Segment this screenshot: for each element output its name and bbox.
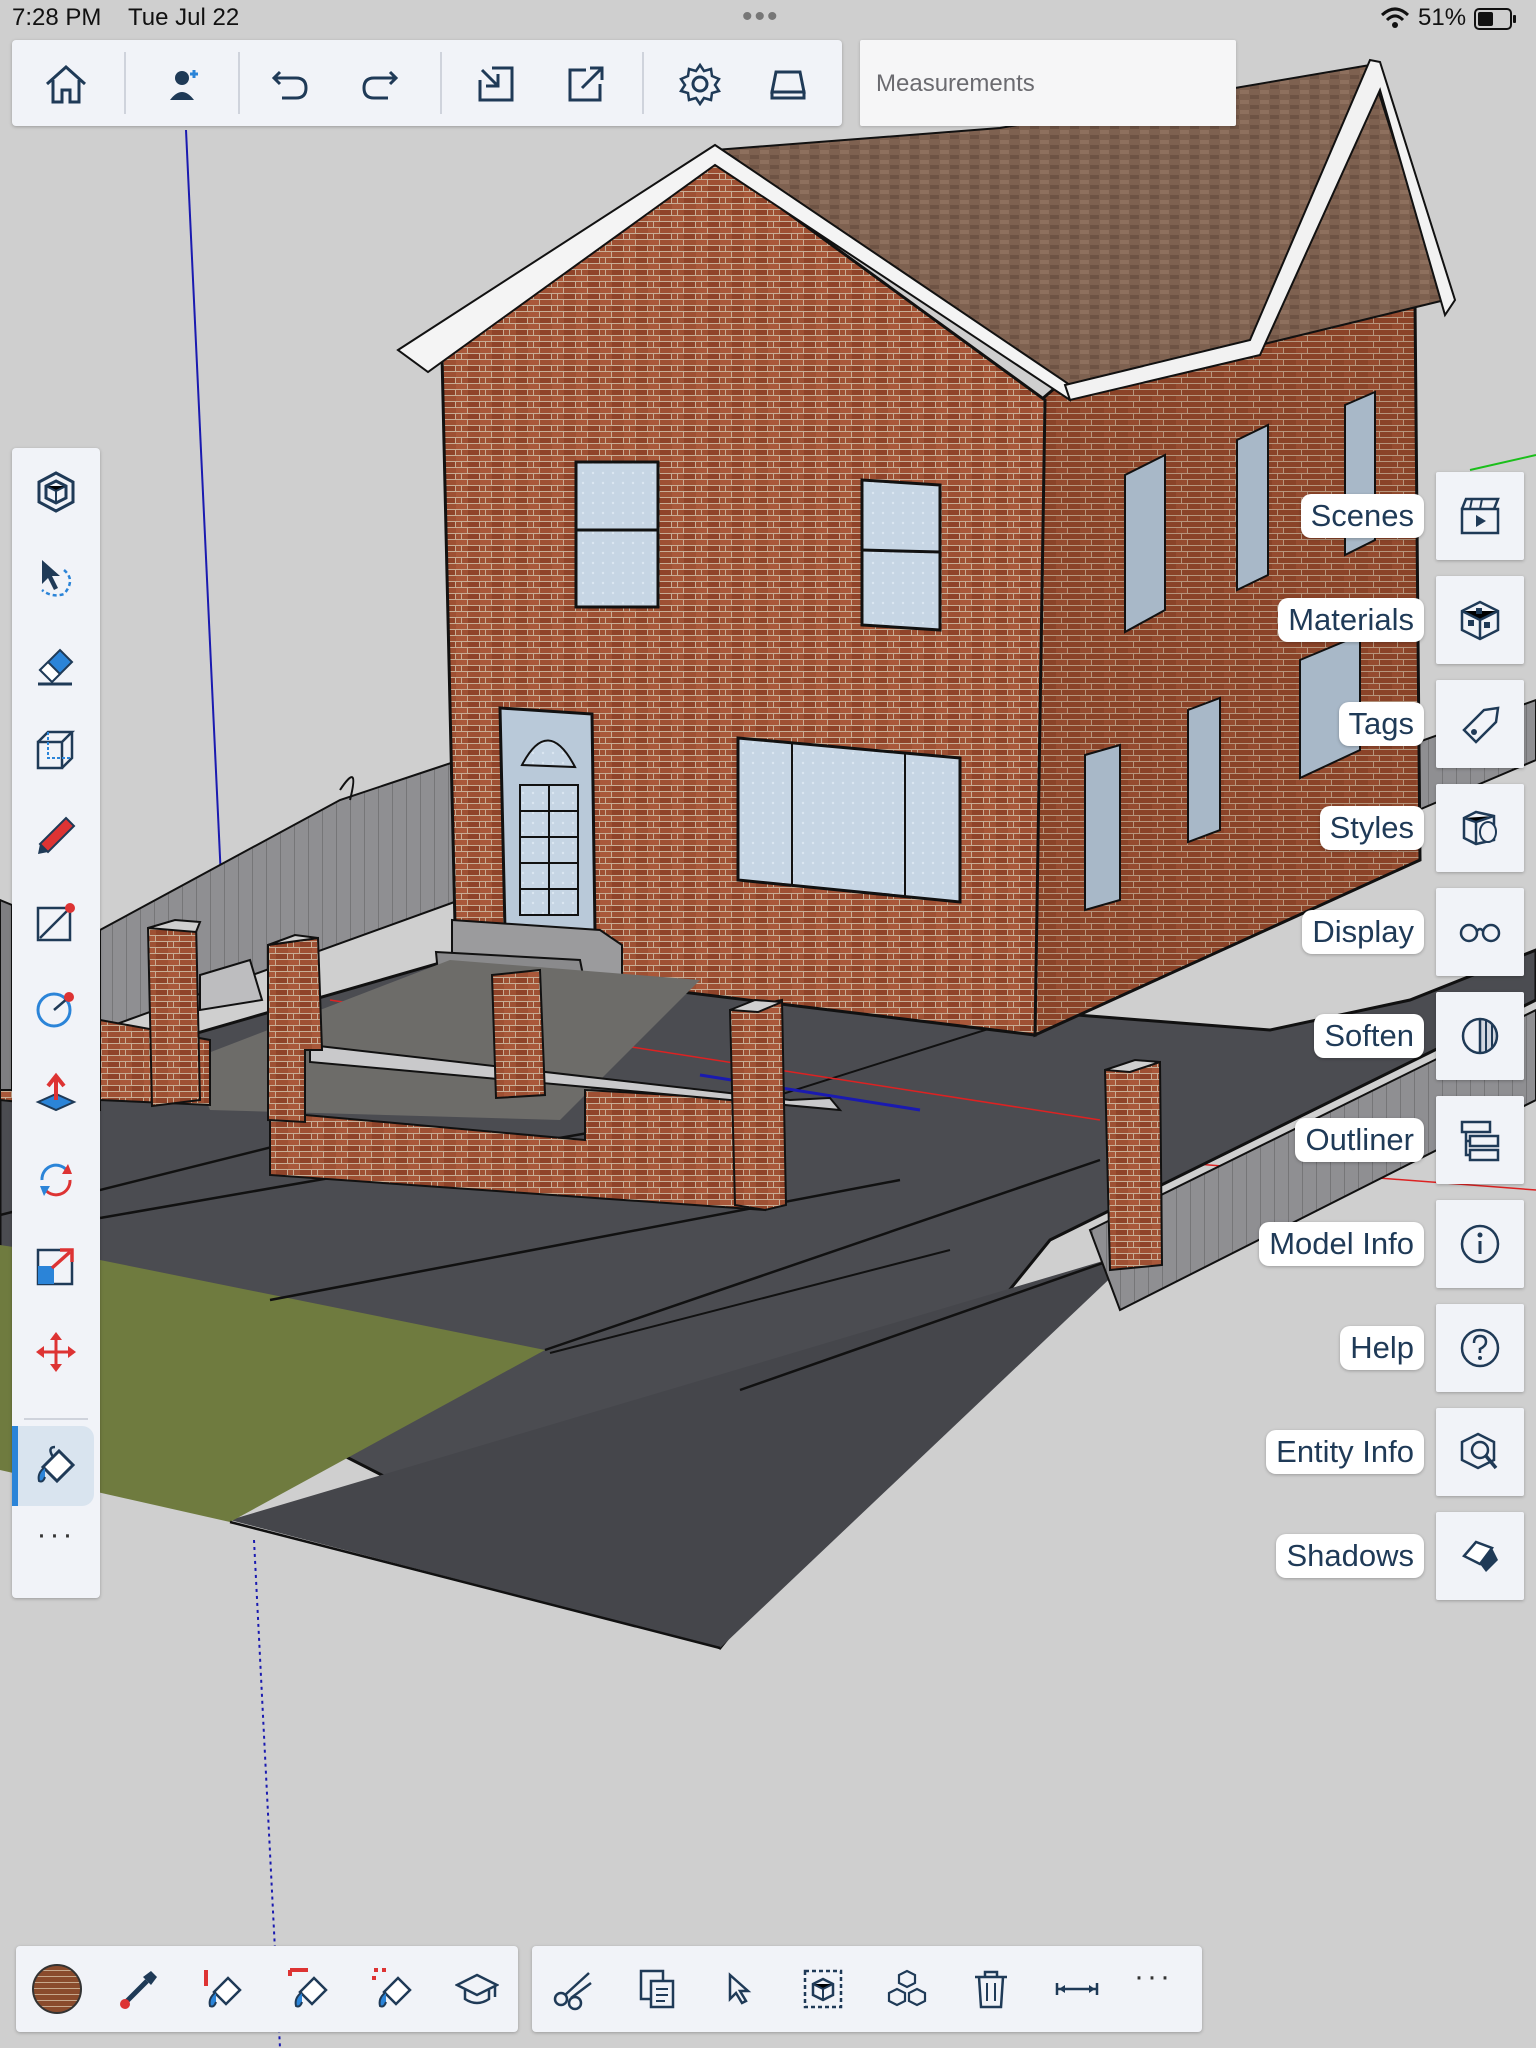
scenes-icon[interactable] — [1436, 472, 1524, 560]
status-bar: 7:28 PM Tue Jul 22 ••• 51% — [0, 0, 1536, 38]
multitasking-handle[interactable]: ••• — [742, 0, 780, 34]
import-icon[interactable] — [466, 54, 526, 114]
select-box-icon[interactable] — [792, 1958, 854, 2020]
move-icon[interactable] — [26, 1322, 86, 1382]
model-viewport[interactable] — [0, 0, 1536, 2048]
soften-icon[interactable] — [1436, 992, 1524, 1080]
paint-adjacent-icon[interactable] — [192, 1958, 254, 2020]
learn-icon[interactable] — [446, 1958, 508, 2020]
panel-label-outliner[interactable]: Outliner — [1295, 1118, 1424, 1162]
panel-label-model-info[interactable]: Model Info — [1259, 1222, 1424, 1266]
shadows-icon[interactable] — [1436, 1512, 1524, 1600]
status-time: 7:28 PM — [12, 4, 102, 31]
styles-icon[interactable] — [1436, 784, 1524, 872]
dimension-icon[interactable] — [1046, 1958, 1108, 2020]
entity-info-icon[interactable] — [1436, 1408, 1524, 1496]
model-info-icon[interactable] — [1436, 1200, 1524, 1288]
scale-icon[interactable] — [26, 1236, 86, 1296]
home-icon[interactable] — [36, 54, 96, 114]
panel-label-entity-info[interactable]: Entity Info — [1266, 1430, 1424, 1474]
toolbar-divider — [24, 1418, 88, 1420]
panel-label-styles[interactable]: Styles — [1319, 806, 1424, 850]
edit-toolbar: ··· — [532, 1946, 1202, 2032]
shape-icon[interactable] — [26, 720, 86, 780]
battery-percent: 51% — [1418, 4, 1467, 31]
paint-bucket-icon[interactable] — [26, 1436, 86, 1496]
tags-icon[interactable] — [1436, 680, 1524, 768]
top-toolbar — [12, 40, 842, 126]
outliner-icon[interactable] — [1436, 1096, 1524, 1184]
eyedropper-icon[interactable] — [108, 1958, 170, 2020]
panel-label-materials[interactable]: Materials — [1278, 598, 1424, 642]
rotate-icon[interactable] — [26, 1150, 86, 1210]
panel-label-tags[interactable]: Tags — [1338, 702, 1424, 746]
panel-label-scenes[interactable]: Scenes — [1300, 494, 1424, 538]
panel-label-soften[interactable]: Soften — [1314, 1014, 1424, 1058]
components-cubes-icon[interactable] — [876, 1958, 938, 2020]
undo-icon[interactable] — [260, 54, 320, 114]
measurements-box[interactable]: Measurements — [860, 40, 1236, 126]
help-icon[interactable] — [1436, 1304, 1524, 1392]
redo-icon[interactable] — [350, 54, 410, 114]
display-icon[interactable] — [1436, 888, 1524, 976]
delete-icon[interactable] — [960, 1958, 1022, 2020]
paint-connected-icon[interactable] — [278, 1958, 340, 2020]
left-toolbar: ··· — [12, 448, 100, 1598]
materials-icon[interactable] — [1436, 576, 1524, 664]
more-tools-button[interactable]: ··· — [12, 1518, 100, 1552]
cut-icon[interactable] — [542, 1958, 604, 2020]
wifi-icon — [1380, 6, 1410, 37]
measurements-placeholder: Measurements — [876, 70, 1035, 97]
eraser-icon[interactable] — [26, 634, 86, 694]
select-icon[interactable] — [26, 548, 86, 608]
more-edit-button[interactable]: ··· — [1134, 1960, 1173, 1994]
status-date: Tue Jul 22 — [128, 4, 240, 31]
pencil-icon[interactable] — [26, 806, 86, 866]
panel-label-help[interactable]: Help — [1340, 1326, 1424, 1370]
panel-label-display[interactable]: Display — [1302, 910, 1424, 954]
paint-object-icon[interactable] — [362, 1958, 424, 2020]
components-icon[interactable] — [26, 462, 86, 522]
export-icon[interactable] — [556, 54, 616, 114]
push-pull-icon[interactable] — [26, 1064, 86, 1124]
storage-icon[interactable] — [758, 54, 818, 114]
add-person-icon[interactable] — [154, 54, 214, 114]
battery-icon — [1474, 8, 1516, 30]
copy-icon[interactable] — [626, 1958, 688, 2020]
line-icon[interactable] — [26, 892, 86, 952]
material-toolbar — [16, 1946, 518, 2032]
panel-label-shadows[interactable]: Shadows — [1276, 1534, 1424, 1578]
settings-icon[interactable] — [670, 54, 730, 114]
material-swatch-icon[interactable] — [26, 1958, 88, 2020]
circle-icon[interactable] — [26, 978, 86, 1038]
select-arrow-icon[interactable] — [708, 1958, 770, 2020]
